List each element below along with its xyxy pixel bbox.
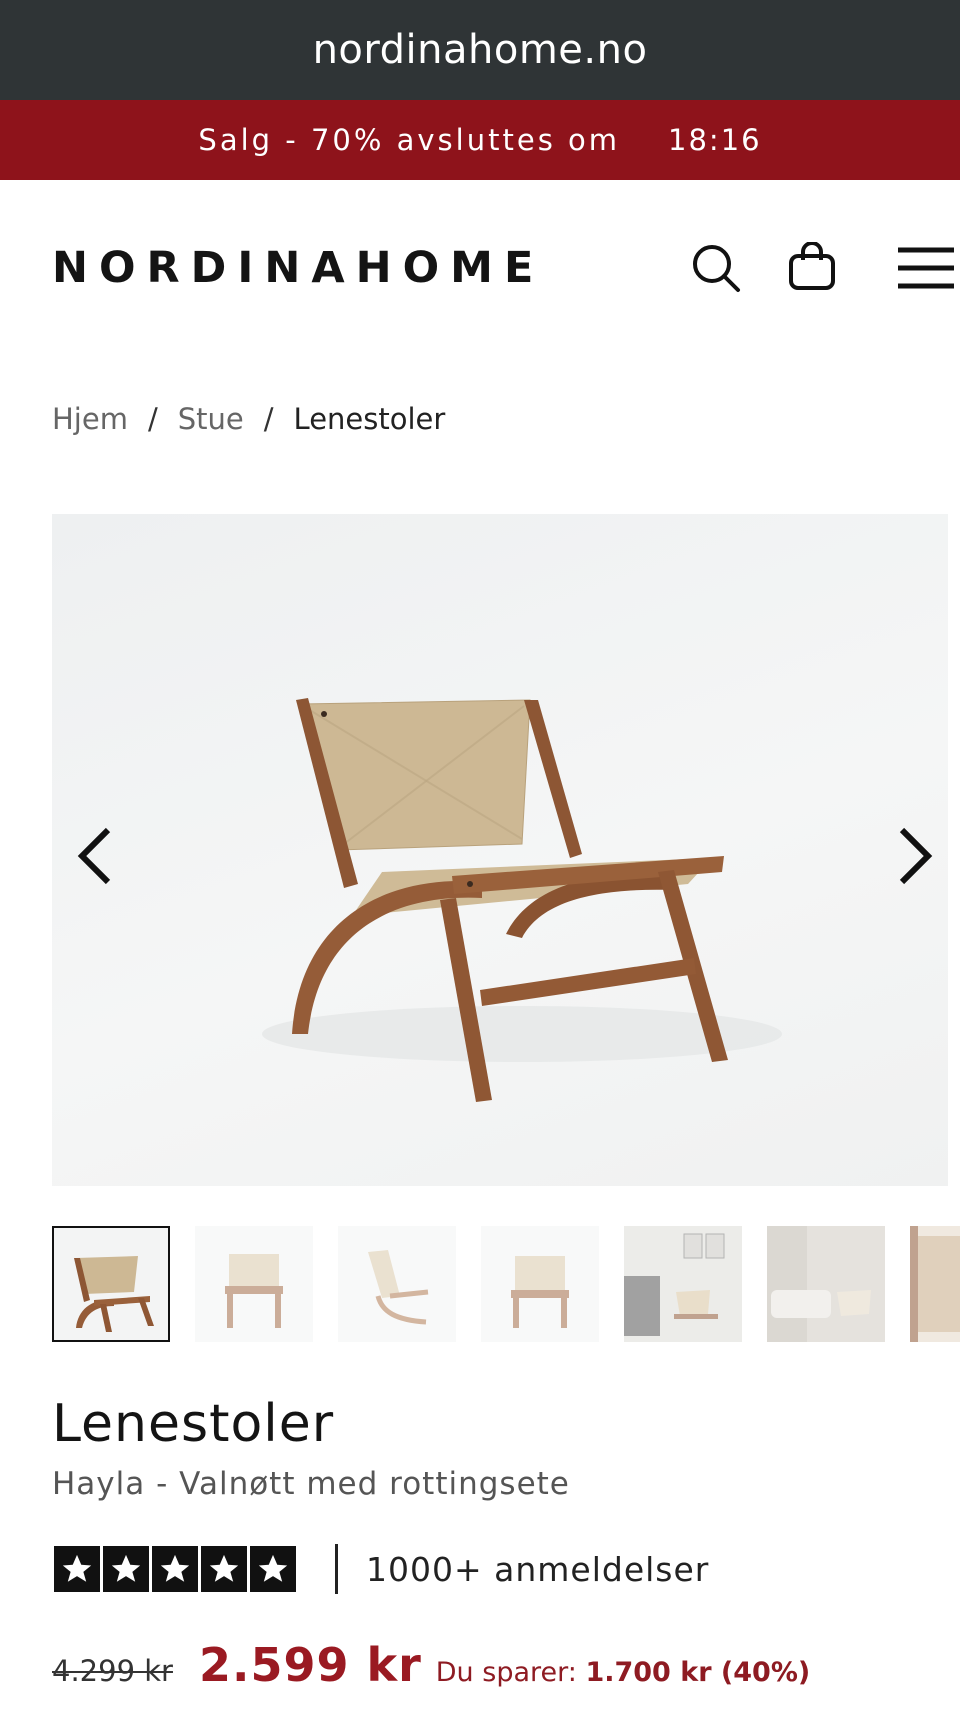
reviews-link[interactable]: 1000+ anmeldelser [366, 1550, 709, 1589]
breadcrumb-current: Lenestoler [293, 402, 446, 436]
breadcrumb-home[interactable]: Hjem [52, 402, 128, 436]
breadcrumb-living-room[interactable]: Stue [178, 402, 244, 436]
rating-summary[interactable]: 1000+ anmeldelser [54, 1544, 709, 1594]
savings-label: Du sparer: [435, 1657, 577, 1688]
site-logo[interactable]: NORDINAHOME [52, 243, 544, 293]
sale-price: 2.599 kr [198, 1638, 422, 1692]
shopping-bag-icon[interactable] [787, 241, 839, 294]
url-text: nordinahome.no [312, 27, 648, 73]
search-icon[interactable] [690, 242, 742, 294]
hamburger-menu-icon[interactable] [895, 242, 957, 294]
product-image [262, 698, 782, 1102]
savings: Du sparer: 1.700 kr (40%) [436, 1657, 810, 1688]
thumbnail[interactable] [338, 1226, 456, 1342]
thumbnail-strip [52, 1226, 960, 1342]
site-header: NORDINAHOME [0, 180, 960, 360]
star-icon [201, 1546, 247, 1592]
star-icon [250, 1546, 296, 1592]
star-icon [103, 1546, 149, 1592]
promo-text: Salg - 70% avsluttes om [198, 123, 621, 157]
old-price: 4.299 kr [52, 1654, 173, 1688]
breadcrumb: Hjem / Stue / Lenestoler [52, 402, 445, 436]
product-image-carousel[interactable] [52, 514, 948, 1186]
thumbnail[interactable] [195, 1226, 313, 1342]
star-icon [54, 1546, 100, 1592]
thumbnail[interactable] [481, 1226, 599, 1342]
chevron-left-icon[interactable] [74, 824, 118, 888]
thumbnail[interactable] [910, 1226, 960, 1342]
product-name: Hayla - Valnøtt med rottingsete [52, 1466, 570, 1502]
promo-banner: Salg - 70% avsluttes om 18:16 [0, 100, 960, 180]
breadcrumb-separator: / [147, 402, 158, 436]
savings-value: 1.700 kr (40%) [585, 1657, 811, 1688]
star-icon [152, 1546, 198, 1592]
thumbnail[interactable] [624, 1226, 742, 1342]
thumbnail[interactable] [52, 1226, 170, 1342]
breadcrumb-separator: / [263, 402, 274, 436]
chevron-right-icon[interactable] [892, 824, 936, 888]
thumbnail[interactable] [767, 1226, 885, 1342]
product-category-title: Lenestoler [52, 1394, 335, 1454]
price-block: 4.299 kr 2.599 kr Du sparer: 1.700 kr (4… [52, 1638, 810, 1692]
browser-url-bar[interactable]: nordinahome.no [0, 0, 960, 100]
divider [335, 1544, 338, 1594]
promo-timer: 18:16 [668, 123, 762, 157]
